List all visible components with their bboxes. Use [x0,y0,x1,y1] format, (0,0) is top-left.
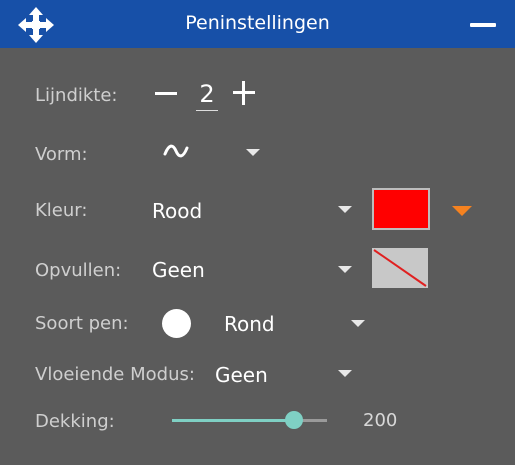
chevron-down-icon[interactable] [338,206,352,213]
opacity-value: 200 [363,410,398,431]
blend-mode-select[interactable]: Geen [215,363,268,387]
chevron-down-icon[interactable] [338,266,352,273]
pen-type-select[interactable]: Rond [224,312,275,336]
round-pen-icon[interactable] [162,309,191,338]
chevron-down-icon[interactable] [338,370,352,377]
opacity-slider-thumb[interactable] [284,411,303,429]
minus-icon[interactable] [153,82,179,106]
fill-swatch[interactable] [372,248,428,288]
plus-icon[interactable] [232,80,256,106]
color-label: Kleur: [35,200,88,221]
no-fill-icon [373,249,427,287]
chevron-down-icon[interactable] [452,206,472,216]
chevron-down-icon[interactable] [246,149,260,156]
wave-icon[interactable] [163,143,189,159]
color-select[interactable]: Rood [152,199,202,223]
opacity-slider-fill [172,419,294,422]
shape-label: Vorm: [35,144,88,165]
thickness-label: Lijndikte: [35,85,118,106]
opacity-slider[interactable] [172,411,327,429]
opacity-label: Dekking: [35,411,115,432]
pen-type-label: Soort pen: [35,313,129,334]
minimize-icon[interactable] [466,12,500,38]
title-bar: Peninstellingen [0,0,515,48]
blend-mode-label: Vloeiende Modus: [35,364,195,385]
window-title: Peninstellingen [185,12,330,34]
fill-select[interactable]: Geen [152,258,205,282]
thickness-value[interactable]: 2 [196,80,218,111]
fill-label: Opvullen: [35,260,122,281]
color-swatch[interactable] [372,188,430,230]
pen-settings-panel: Peninstellingen Lijndikte: 2 Vorm: Kleur… [0,0,515,465]
chevron-down-icon[interactable] [351,320,365,327]
